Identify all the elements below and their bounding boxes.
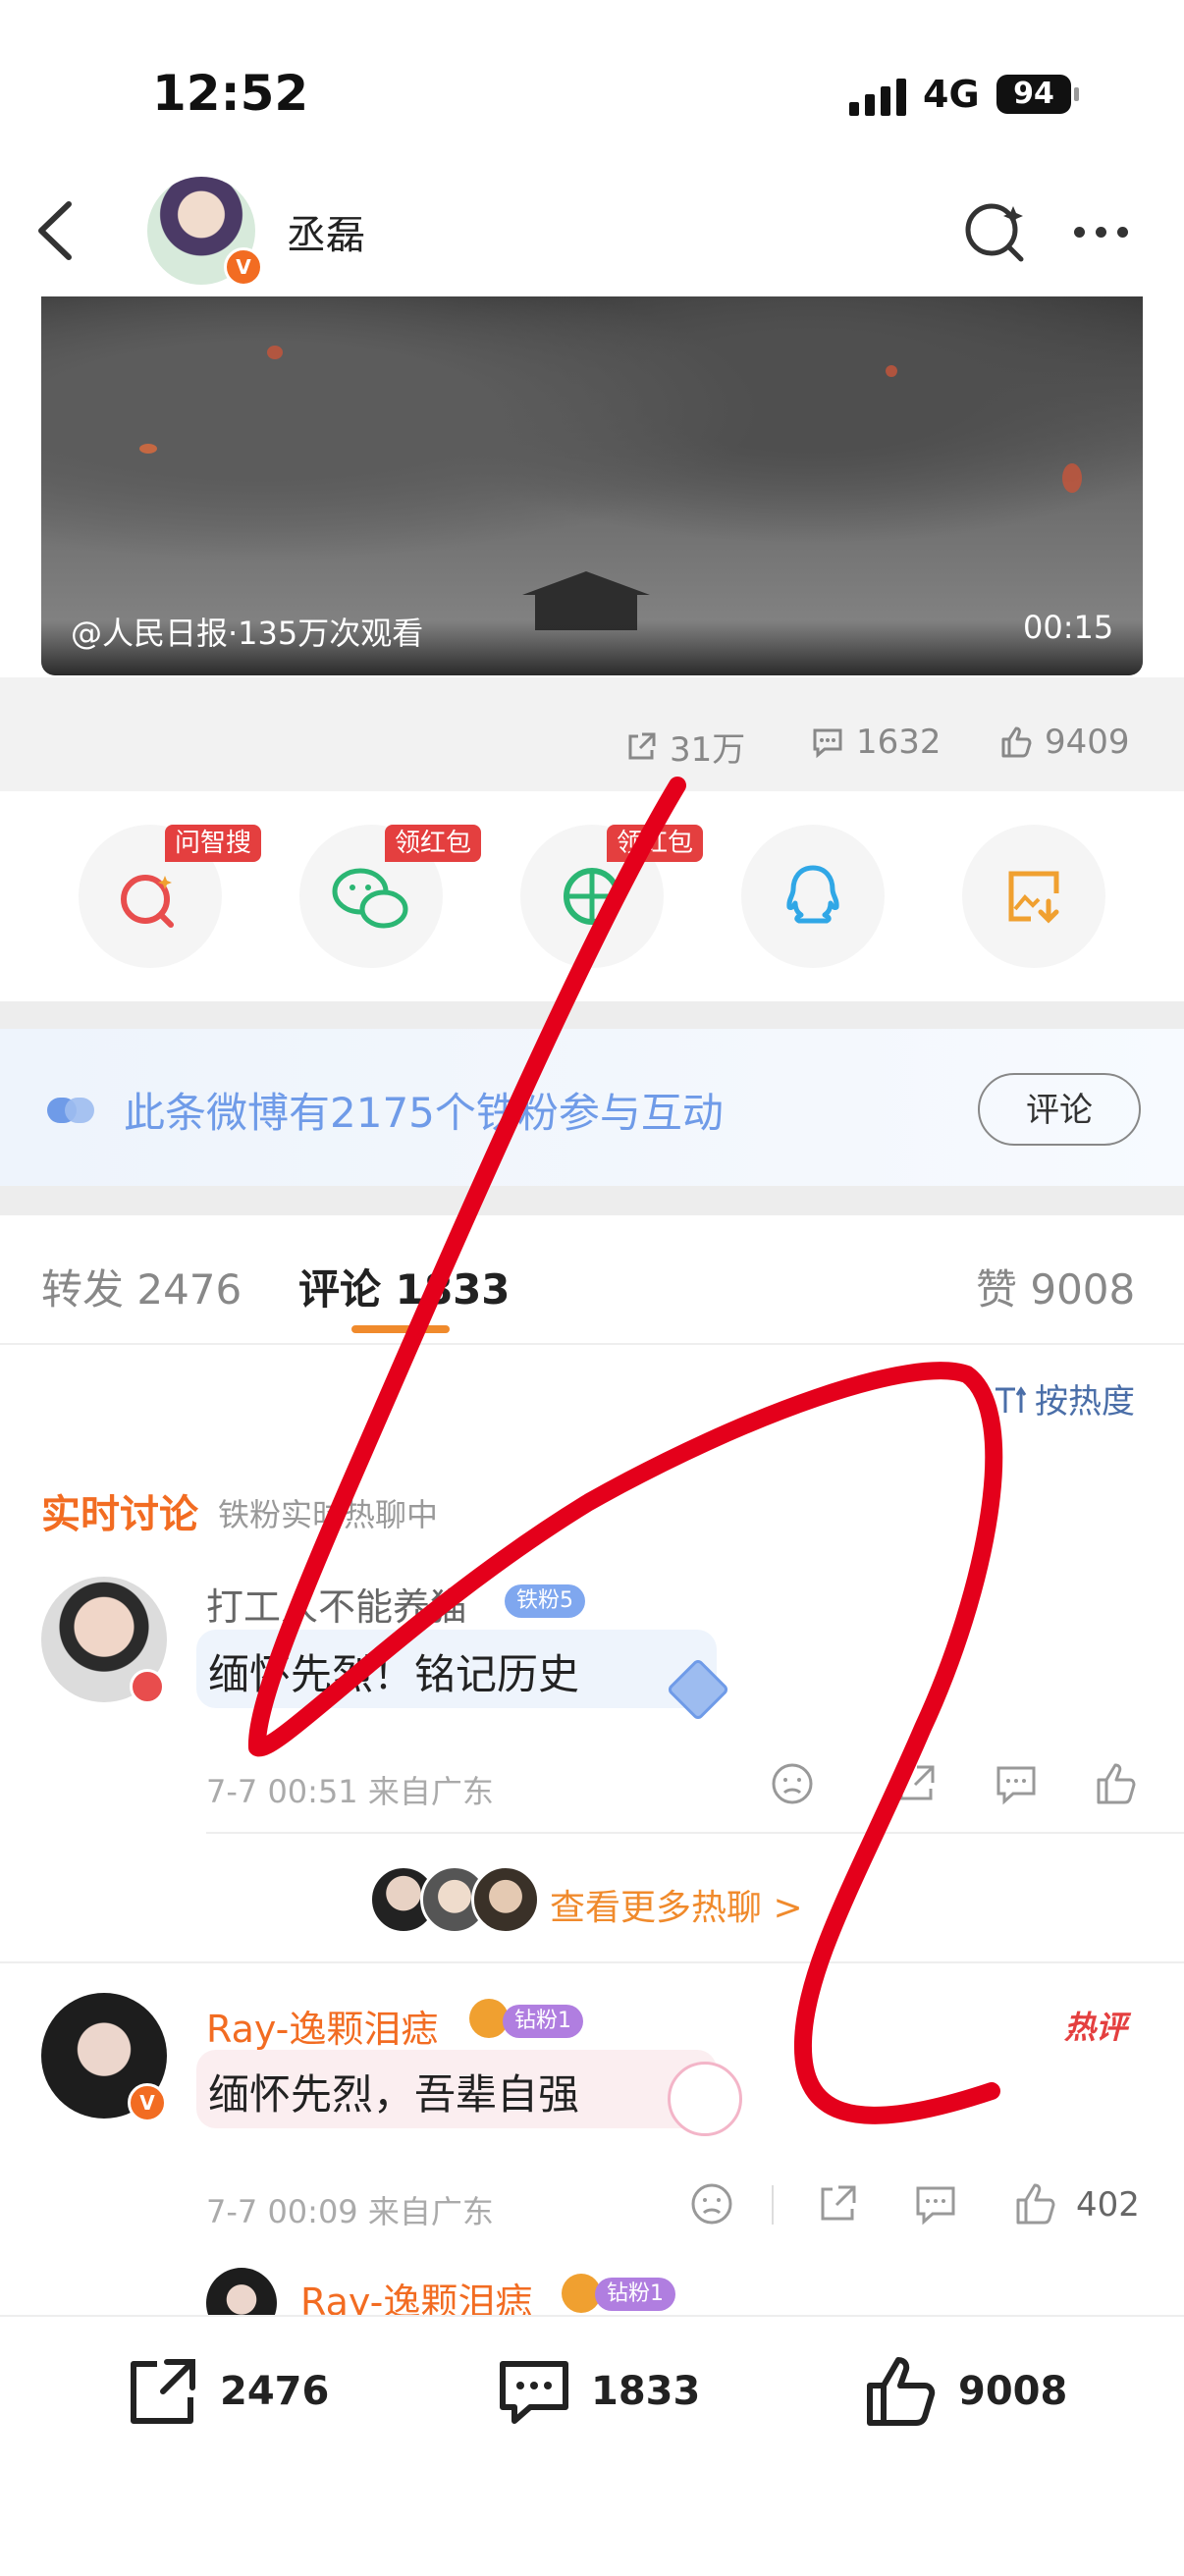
sort-label: 按热度 (1035, 1382, 1135, 1422)
sort-icon (996, 1385, 1027, 1413)
fans-icon (47, 1096, 96, 1125)
tab-like[interactable]: 赞 9008 (976, 1257, 1135, 1316)
save-image-icon (1008, 871, 1059, 924)
page-title[interactable]: 丞磊 (287, 203, 365, 260)
divider (0, 1343, 1184, 1345)
bottom-comment-count: 1833 (591, 2369, 701, 2414)
share-out-icon (131, 2359, 195, 2424)
like-count: 9409 (1045, 723, 1130, 762)
search-icon[interactable] (962, 196, 1031, 265)
reply-icon[interactable] (913, 2181, 958, 2227)
divider (772, 2185, 774, 2225)
battery-icon: 94 (996, 75, 1071, 114)
repost-icon[interactable] (893, 1761, 939, 1806)
comment-like-count: 402 (1076, 2185, 1140, 2225)
bottom-repost-count: 2476 (220, 2369, 330, 2414)
comment-icon (500, 2361, 568, 2424)
comment-text: 缅怀先烈！铭记历史 (208, 1650, 580, 1698)
repost-count: 31万 (670, 730, 746, 770)
video-source[interactable]: @人民日报·135万次观看 (71, 609, 423, 654)
live-discussion-subtitle: 铁粉实时热聊中 (218, 1496, 439, 1533)
hot-comment-tag: 热评 (1064, 2009, 1128, 2046)
red-packet-tag-1: 领红包 (385, 825, 482, 862)
repost-icon[interactable] (815, 2181, 860, 2227)
fan-badge: 铁粉5 (505, 1584, 585, 1618)
status-time: 12:52 (152, 65, 309, 122)
bottom-like-button[interactable]: 9008 (864, 2354, 1067, 2429)
save-image-button[interactable] (962, 825, 1105, 968)
like-icon[interactable] (1094, 1761, 1139, 1806)
divider (0, 1186, 1184, 1215)
tab-repost[interactable]: 转发 2476 (41, 1257, 242, 1316)
bottom-repost-button[interactable]: 2476 (126, 2354, 329, 2429)
fans-comment-button[interactable]: 评论 (978, 1073, 1141, 1146)
like-stat[interactable]: 9409 (999, 723, 1130, 762)
reply-icon[interactable] (994, 1761, 1039, 1806)
comment-stat[interactable]: 1632 (811, 723, 942, 762)
comment-username[interactable]: 打工人不能养猫 (206, 1577, 467, 1631)
thumb-up-icon (1001, 726, 1032, 758)
divider (206, 1832, 1184, 1834)
comment-text: 缅怀先烈，吾辈自强 (208, 2070, 580, 2119)
more-hot-link[interactable]: 查看更多热聊 > (550, 1879, 803, 1930)
red-packet-tag-2: 领红包 (607, 825, 704, 862)
live-discussion-title: 实时讨论 (41, 1492, 198, 1537)
comment-icon (813, 728, 842, 759)
fan-badge: 钻粉1 (595, 2278, 675, 2311)
thumb-up-icon (867, 2357, 936, 2426)
like-icon[interactable] (1013, 2181, 1058, 2227)
fans-banner-text: 此条微博有2175个铁粉参与互动 (124, 1089, 724, 1137)
qq-icon (786, 865, 839, 924)
sort-button[interactable]: 按热度 (992, 1374, 1135, 1422)
back-icon[interactable] (29, 196, 88, 265)
comment-count: 1632 (856, 723, 942, 762)
divider (0, 1961, 1184, 1963)
hello-kitty-decoration-icon (668, 2062, 742, 2136)
comment-username[interactable]: Ray-逸颗泪痣 (206, 1999, 438, 2053)
fan-badge: 钻粉1 (503, 2005, 583, 2038)
bottom-like-count: 9008 (958, 2369, 1068, 2414)
dislike-icon[interactable] (689, 2181, 734, 2227)
dislike-icon[interactable] (770, 1761, 815, 1806)
video-duration: 00:15 (1023, 609, 1114, 646)
more-icon[interactable] (1074, 223, 1139, 242)
comment-meta: 7-7 00:09 来自广东 (206, 2193, 494, 2230)
bottom-comment-button[interactable]: 1833 (497, 2354, 700, 2429)
qq-share-button[interactable] (741, 825, 885, 968)
verified-icon: V (128, 2083, 167, 2122)
comment-meta: 7-7 00:51 来自广东 (206, 1773, 494, 1810)
network-type: 4G (923, 73, 980, 116)
repost-stat[interactable]: 31万 (624, 723, 745, 771)
tab-comment[interactable]: 评论 1833 (298, 1257, 511, 1316)
member-badge-icon (130, 1669, 165, 1704)
signal-icon (849, 77, 906, 116)
battery-tip (1074, 87, 1079, 101)
tab-indicator (351, 1325, 450, 1333)
divider (0, 1001, 1184, 1029)
ai-search-tag: 问智搜 (165, 825, 262, 862)
avatar (471, 1865, 540, 1934)
verified-icon: V (224, 247, 263, 287)
share-out-icon (628, 732, 656, 759)
